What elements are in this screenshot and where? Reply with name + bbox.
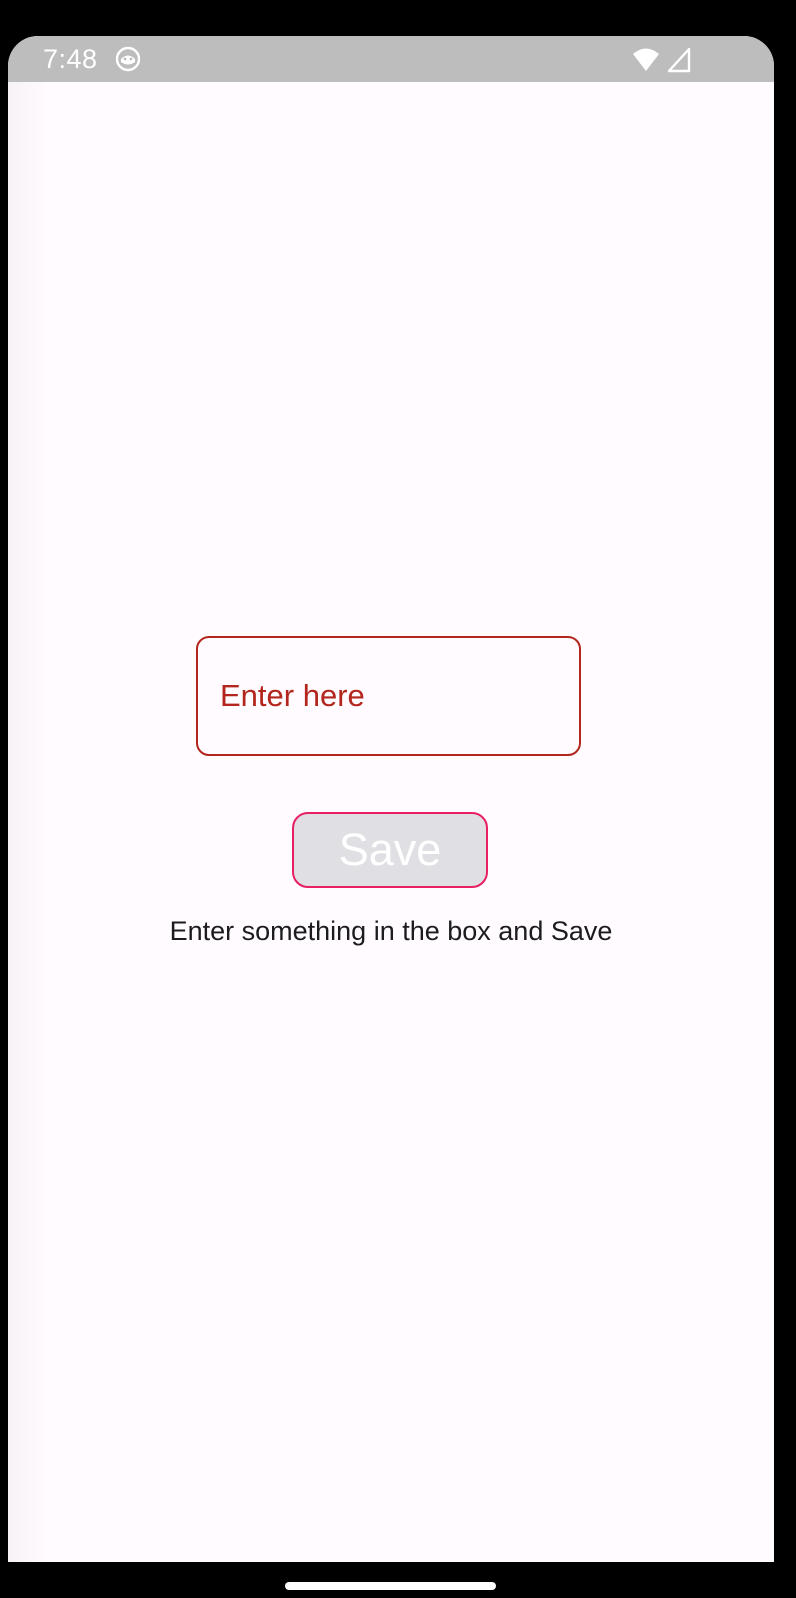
main-content: Save Enter something in the box and Save [8, 82, 774, 1562]
status-time: 7:48 [43, 44, 98, 74]
phone-screen: 7:48 Save Enter something in th [8, 36, 774, 1562]
status-bar: 7:48 [8, 36, 774, 82]
home-indicator[interactable] [285, 1582, 496, 1590]
cellular-signal-icon [667, 47, 691, 73]
wifi-icon [632, 47, 660, 73]
save-button[interactable]: Save [292, 812, 488, 888]
text-input[interactable] [220, 638, 560, 754]
text-input-field[interactable] [196, 636, 581, 756]
hint-text: Enter something in the box and Save [169, 916, 613, 946]
notification-app-icon [115, 46, 141, 72]
